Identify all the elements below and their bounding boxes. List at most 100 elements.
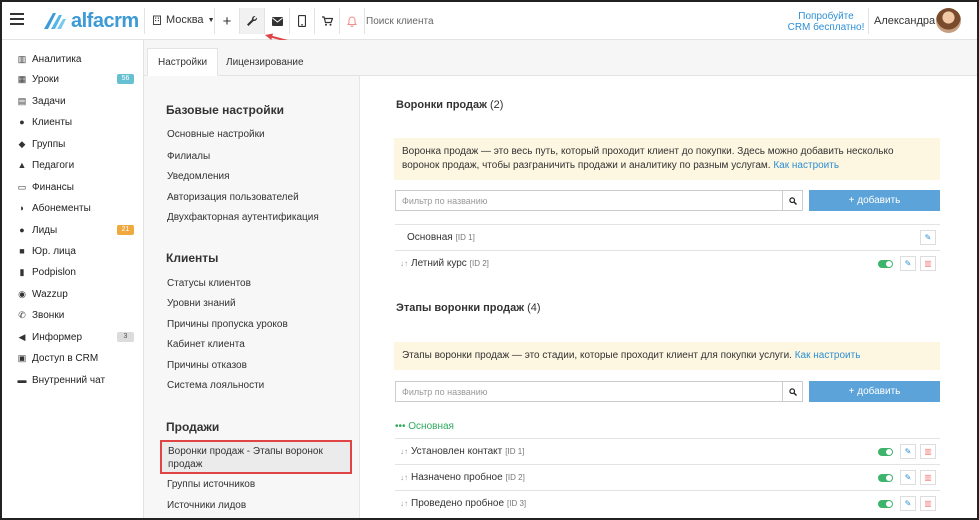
funnels-title: Воронки продаж (2) [396,99,503,111]
settings-link-client-statuses[interactable]: Статусы клиентов [167,278,251,289]
sidebar-item-subscriptions[interactable]: ◗ Абонементы [16,199,134,217]
sidebar-item-label: Уроки [32,73,59,85]
delete-icon[interactable]: ▥ [920,444,936,459]
settings-link-lead-sources[interactable]: Источники лидов [167,500,246,511]
edit-icon[interactable]: ✎ [920,230,936,245]
settings-link-user-auth[interactable]: Авторизация пользователей [167,192,299,203]
row-actions: ✎ ▥ [878,496,936,511]
search-icon[interactable] [782,190,803,211]
table-row[interactable]: ↓↑ Установлен контакт [ID 1] ✎ ▥ [395,438,940,464]
sidebar-item-clients[interactable]: ● Клиенты [16,113,134,131]
active-toggle[interactable] [878,499,893,508]
sidebar-item-label: Доступ в CRM [32,352,99,364]
settings-link-branches[interactable]: Филиалы [167,151,210,162]
drag-handle-icon[interactable]: ↓↑ [400,473,408,482]
search-icon[interactable] [782,381,803,402]
stage-id: [ID 1] [505,447,525,456]
stage-id: [ID 3] [507,499,527,508]
branch-selector[interactable]: Москва ▼ [152,14,215,26]
edit-icon[interactable]: ✎ [900,444,916,459]
settings-link-main[interactable]: Основные настройки [167,129,265,140]
chart-icon: ▥ [17,53,27,64]
settings-link-loyalty[interactable]: Система лояльности [167,380,264,391]
client-search-input[interactable] [366,11,666,31]
delete-icon[interactable]: ▥ [920,470,936,485]
active-toggle[interactable] [878,447,893,456]
active-toggle[interactable] [878,259,893,268]
phone-icon[interactable] [290,8,314,34]
settings-link-sales-funnels[interactable]: Воронки продаж - Этапы воронок продаж [160,440,352,474]
plus-icon[interactable]: + [215,8,239,34]
drag-handle-icon[interactable]: ↓↑ [400,447,408,456]
stages-howto-link[interactable]: Как настроить [795,350,861,361]
drag-handle-icon[interactable]: ↓↑ [400,259,408,268]
graduation-cap-icon: ▲ [17,160,27,170]
phone-icon: ✆ [18,309,26,320]
sidebar-item-crm-access[interactable]: ▣ Доступ в CRM [16,349,134,367]
bell-icon[interactable] [340,8,364,34]
funnels-title-text: Воронки продаж [396,99,487,111]
add-funnel-button[interactable]: + добавить [809,190,940,211]
sidebar: ▥ Аналитика ▦ Уроки 56 ▤ Задачи ● Клиенты ◆ Гр… [2,40,144,518]
app-window: alfacrm Москва ▼ + Поиск клиента Попробу… [0,0,979,520]
user-name[interactable]: Александра [874,15,935,27]
tab-licensing[interactable]: Лицензирование [216,48,314,76]
add-stage-button[interactable]: + добавить [809,381,940,402]
money-icon: ▭ [17,181,27,192]
settings-link-notifications[interactable]: Уведомления [167,171,230,182]
table-row[interactable]: ↓↑ Назначено пробное [ID 2] ✎ ▥ [395,464,940,490]
settings-group-title: Клиенты [166,251,219,265]
funnels-filter-input[interactable] [395,190,782,211]
settings-link-absence-reasons[interactable]: Причины пропуска уроков [167,319,288,330]
sidebar-item-podpislon[interactable]: ▮ Podpislon [16,263,134,281]
sidebar-item-leads[interactable]: ● Лиды 21 [16,221,134,239]
sidebar-item-finance[interactable]: ▭ Финансы [16,178,134,196]
wrench-icon[interactable] [240,8,264,34]
avatar[interactable] [936,8,961,33]
file-icon: ▮ [19,266,25,277]
users-icon: ◆ [18,138,26,149]
table-row[interactable]: ↓↑ Проведено пробное [ID 3] ✎ ▥ [395,490,940,516]
sidebar-item-teachers[interactable]: ▲ Педагоги [16,156,134,174]
funnels-howto-link[interactable]: Как настроить [773,160,839,171]
lessons-count-badge: 56 [117,74,134,84]
settings-link-knowledge-levels[interactable]: Уровни знаний [167,298,236,309]
settings-nav: Базовые настройки Основные настройки Фил… [144,76,360,518]
promo-link[interactable]: Попробуйте CRM бесплатно! [786,11,866,33]
cart-icon[interactable] [315,8,339,34]
stage-group-label[interactable]: ••• Основная [395,421,454,432]
drag-handle-icon[interactable]: ↓↑ [400,499,408,508]
tab-settings[interactable]: Настройки [147,48,219,76]
logo[interactable]: alfacrm [42,10,139,32]
stages-filter-input[interactable] [395,381,782,402]
whatsapp-icon: ◉ [18,288,26,299]
sidebar-item-wazzup[interactable]: ◉ Wazzup [16,285,134,303]
sidebar-item-legal-entities[interactable]: ■ Юр. лица [16,242,134,260]
delete-icon[interactable]: ▥ [920,496,936,511]
active-toggle[interactable] [878,473,893,482]
settings-link-source-groups[interactable]: Группы источников [167,479,255,490]
table-row[interactable]: Основная [ID 1] ✎ [395,224,940,250]
briefcase-icon: ■ [19,246,25,256]
delete-icon[interactable]: ▥ [920,256,936,271]
envelope-icon[interactable] [265,8,289,34]
sidebar-item-analytics[interactable]: ▥ Аналитика [16,50,134,68]
sidebar-item-lessons[interactable]: ▦ Уроки 56 [16,70,134,88]
settings-link-client-cabinet[interactable]: Кабинет клиента [167,339,245,350]
row-actions: ✎ ▥ [878,444,936,459]
settings-link-refusal-reasons[interactable]: Причины отказов [167,360,247,371]
sidebar-item-calls[interactable]: ✆ Звонки [16,306,134,324]
sidebar-item-label: Задачи [32,95,66,107]
sidebar-item-tasks[interactable]: ▤ Задачи [16,92,134,110]
table-row[interactable]: ↓↑ Летний курс [ID 2] ✎ ▥ [395,250,940,276]
menu-icon[interactable] [10,13,24,25]
edit-icon[interactable]: ✎ [900,256,916,271]
divider [868,8,869,34]
sidebar-item-groups[interactable]: ◆ Группы [16,135,134,153]
edit-icon[interactable]: ✎ [900,496,916,511]
funnel-name: Основная [407,232,453,243]
sidebar-item-informer[interactable]: ◀ Информер 3 [16,328,134,346]
sidebar-item-internal-chat[interactable]: ▬ Внутренний чат [16,371,134,389]
settings-link-2fa[interactable]: Двухфакторная аутентификация [167,212,319,223]
edit-icon[interactable]: ✎ [900,470,916,485]
